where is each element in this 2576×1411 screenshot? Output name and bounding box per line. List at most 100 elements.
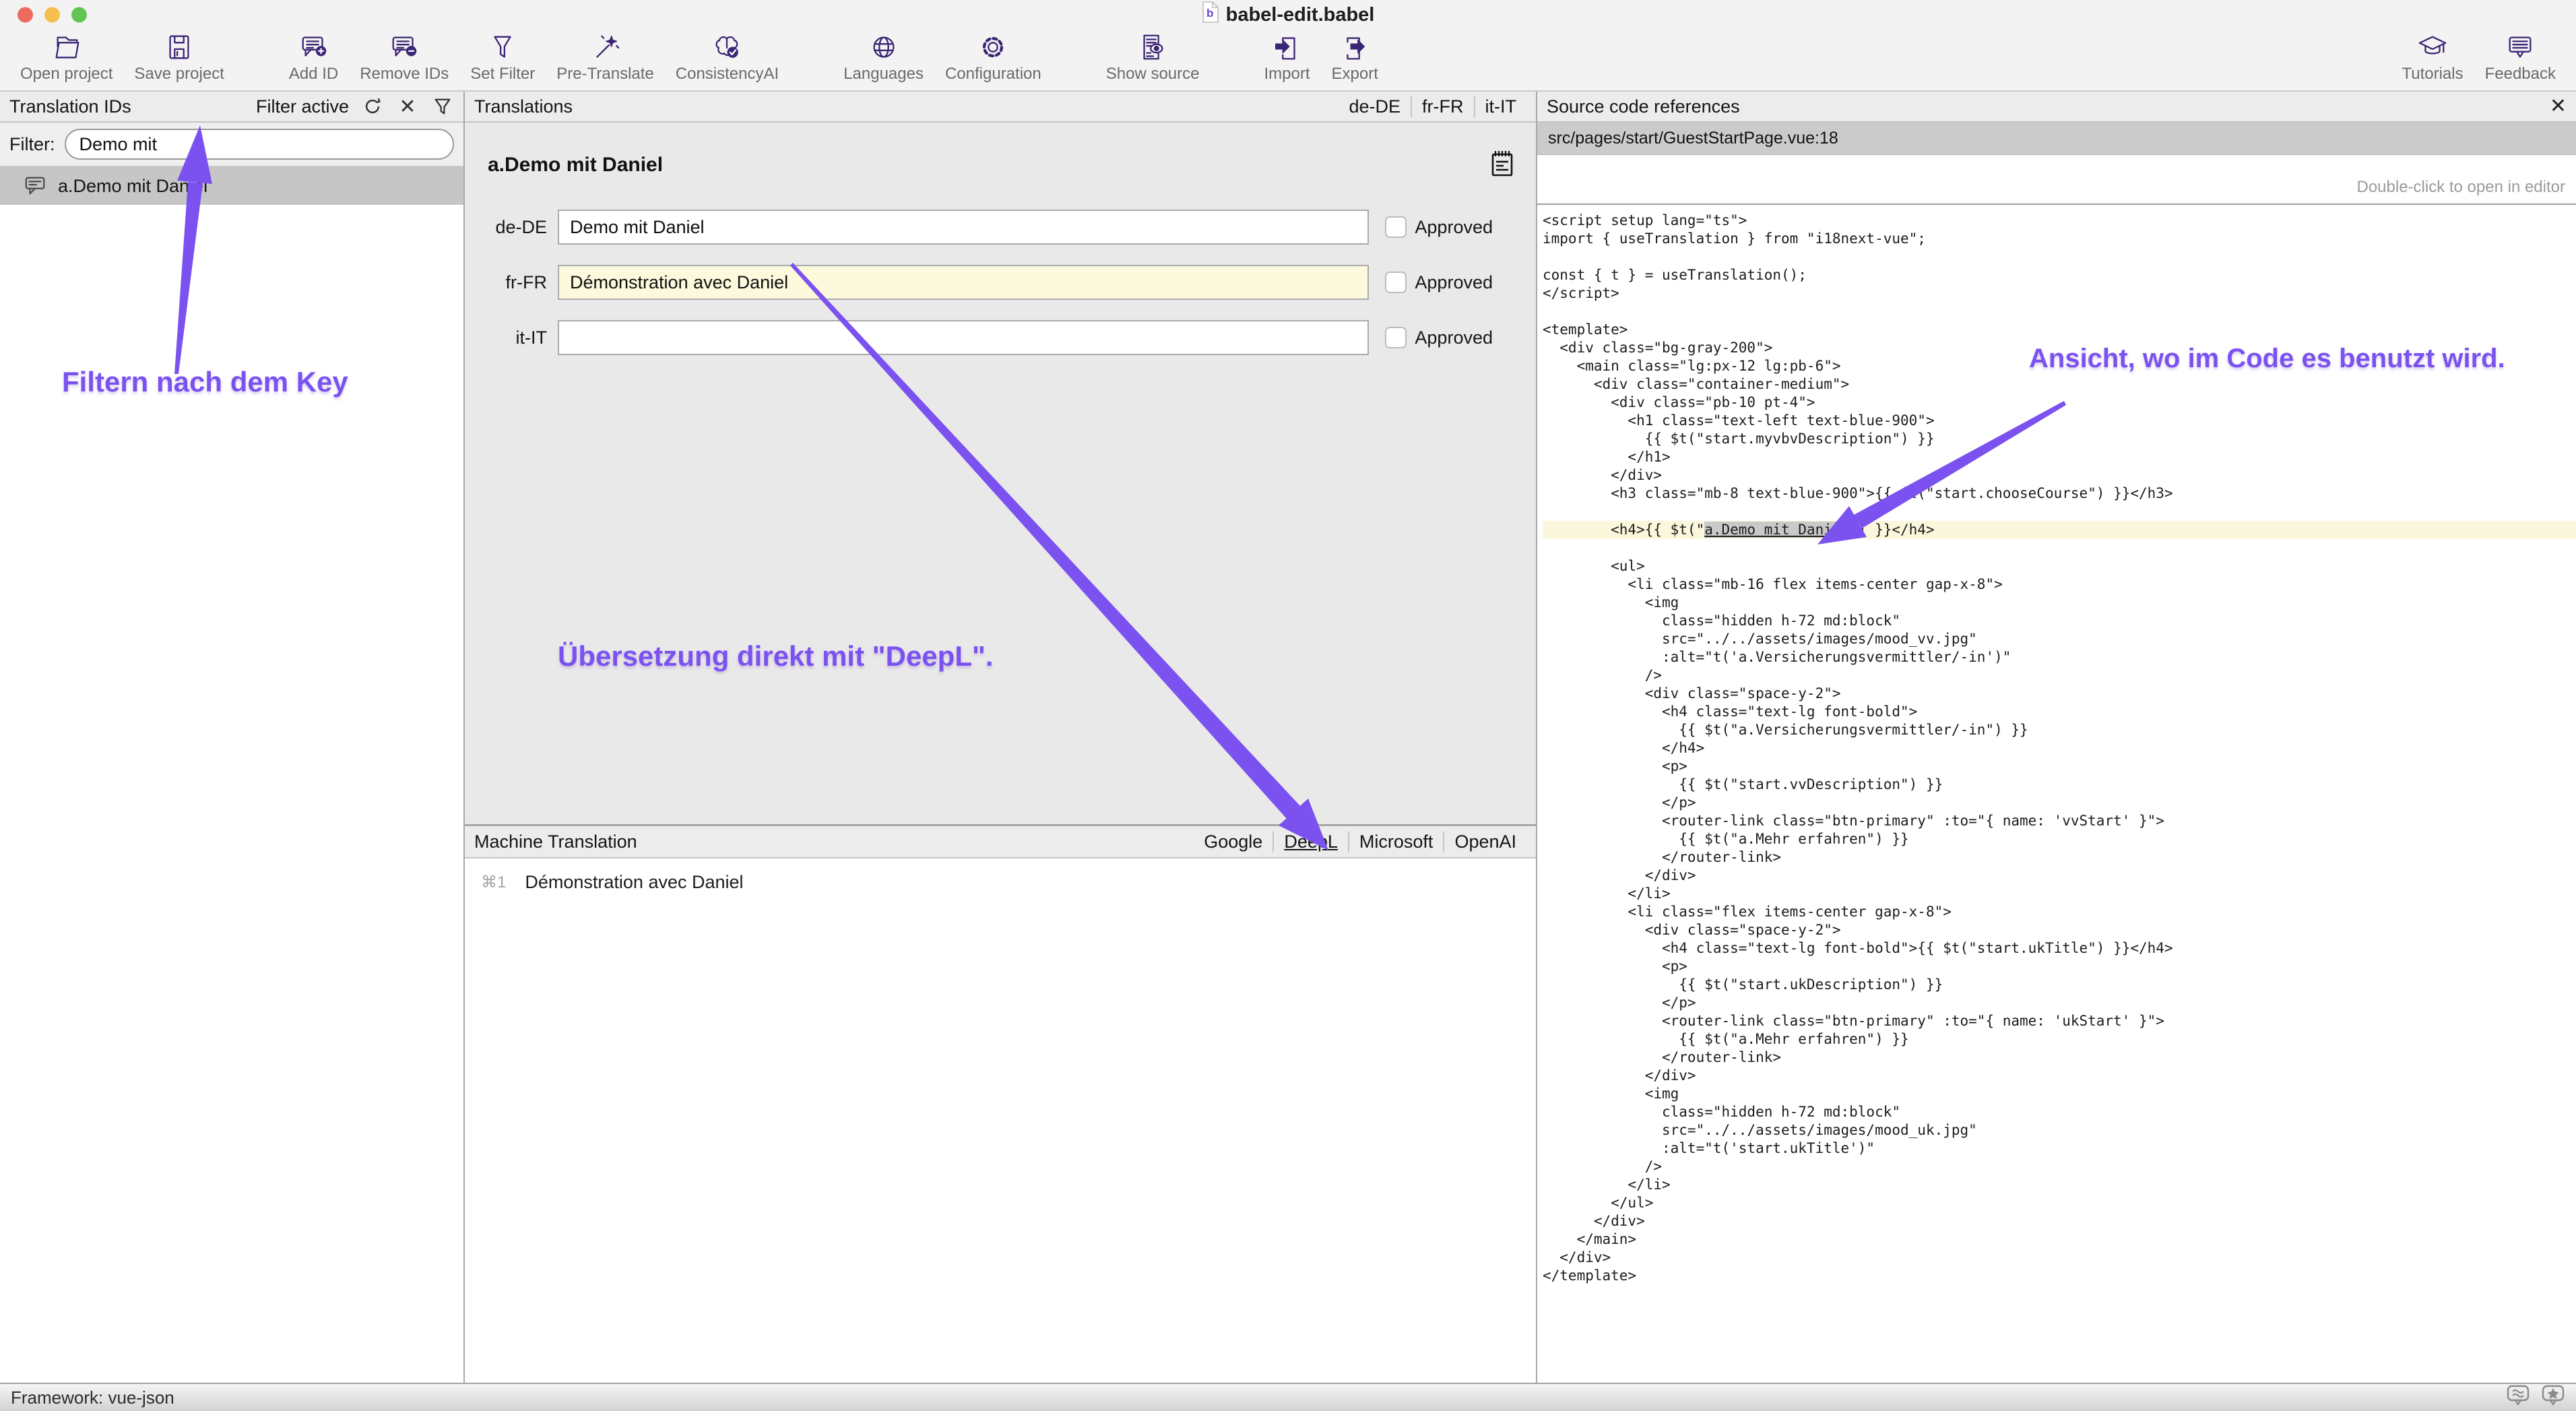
code-line: </template>: [1543, 1267, 2576, 1285]
translations-panel: Translations de-DEfr-FRit-IT a.Demo mit …: [465, 92, 1537, 1383]
code-line: {{ $t("a.Mehr erfahren") }}: [1543, 830, 2576, 848]
filter-input[interactable]: [65, 129, 455, 160]
toolbar-button-label: Set Filter: [470, 65, 535, 84]
code-line: [1543, 248, 2576, 266]
toolbar-group: Show source: [1095, 30, 1211, 84]
translation-input-de-DE[interactable]: [558, 210, 1369, 245]
code-line: {{ $t("start.ukDescription") }}: [1543, 976, 2576, 994]
toolbar-button-show-source[interactable]: Show source: [1095, 30, 1211, 84]
language-tab-de-de[interactable]: de-DE: [1339, 96, 1411, 117]
approved-label: Approved: [1415, 327, 1493, 348]
translations-body: a.Demo mit Daniel de-DEApproved fr-FRAppr…: [465, 123, 1536, 824]
toolbar-button-languages[interactable]: Languages: [833, 30, 934, 84]
toolbar-button-consistencyai[interactable]: ConsistencyAI: [665, 30, 790, 84]
tab-label: de-DE: [1349, 96, 1400, 117]
toolbar-button-label: Add ID: [289, 65, 338, 84]
toolbar-button-export[interactable]: Export: [1321, 30, 1389, 84]
minimize-window-button[interactable]: [44, 7, 60, 23]
toolbar-button-add-id[interactable]: Add ID: [278, 30, 349, 84]
mt-tab-microsoft[interactable]: Microsoft: [1348, 832, 1444, 852]
toolbar-group: Add ID Remove IDs Set Filter Pre-Translate C…: [278, 30, 790, 84]
feedback-bubble-icon: [2505, 30, 2536, 65]
code-line: :alt="t('a.Versicherungsvermittler/-in')…: [1543, 648, 2576, 666]
toolbar-button-set-filter[interactable]: Set Filter: [459, 30, 546, 84]
code-line: {{ $t("a.Versicherungsvermittler/-in") }…: [1543, 721, 2576, 739]
translation-input-fr-FR[interactable]: [558, 265, 1369, 300]
mt-tab-openai[interactable]: OpenAI: [1443, 832, 1526, 852]
approved-checkbox-de-DE[interactable]: [1385, 216, 1407, 238]
code-line: <li class="mb-16 flex items-center gap-x…: [1543, 575, 2576, 594]
code-line: class="hidden h-72 md:block": [1543, 1103, 2576, 1121]
mt-tab-google[interactable]: Google: [1194, 832, 1273, 852]
code-line: [1543, 503, 2576, 521]
code-line: <div class="pb-10 pt-4">: [1543, 394, 2576, 412]
close-window-button[interactable]: [18, 7, 33, 23]
save-icon: [164, 30, 195, 65]
translation-row-it-IT: it-IT Approved: [480, 320, 1493, 355]
code-line: </h1>: [1543, 448, 2576, 466]
translation-key-heading: a.Demo mit Daniel: [488, 154, 663, 177]
funnel-icon: [487, 30, 518, 65]
toolbar-button-remove-ids[interactable]: Remove IDs: [349, 30, 459, 84]
source-code-view: <script setup lang="ts">import { useTran…: [1537, 205, 2576, 1383]
toolbar-button-tutorials[interactable]: Tutorials: [2391, 30, 2474, 84]
toolbar-button-label: Export: [1332, 65, 1378, 84]
code-line: </router-link>: [1543, 1048, 2576, 1067]
mt-tab-deepl[interactable]: DeepL: [1273, 832, 1348, 852]
approved-checkbox-fr-FR[interactable]: [1385, 272, 1407, 293]
favorites-bubble-icon[interactable]: [2541, 1383, 2565, 1411]
toolbar-button-save-project[interactable]: Save project: [123, 30, 234, 84]
highlighted-translation-key[interactable]: a.Demo mit Daniel: [1704, 522, 1849, 538]
code-line: <ul>: [1543, 557, 2576, 575]
clear-filter-icon[interactable]: ✕: [396, 95, 419, 118]
code-line: src="../../assets/images/mood_uk.jpg": [1543, 1121, 2576, 1139]
mt-suggestion-row[interactable]: ⌘1 Démonstration avec Daniel: [465, 858, 1536, 893]
language-tab-it-it[interactable]: it-IT: [1474, 96, 1527, 117]
toolbar-button-import[interactable]: Import: [1253, 30, 1320, 84]
mt-shortcut-badge: ⌘1: [481, 873, 506, 892]
close-panel-icon[interactable]: ✕: [2550, 96, 2567, 117]
translation-row-de-DE: de-DEApproved: [480, 210, 1493, 245]
language-tab-fr-fr[interactable]: fr-FR: [1411, 96, 1473, 117]
code-line: <router-link class="btn-primary" :to="{ …: [1543, 1012, 2576, 1030]
brain-check-icon: [711, 30, 742, 65]
translation-id-item[interactable]: a.Demo mit Daniel: [0, 167, 463, 205]
approved-checkbox-it-IT[interactable]: [1385, 327, 1407, 348]
annotation-filter-key: Filtern nach dem Key: [62, 366, 348, 398]
code-line: src="../../assets/images/mood_vv.jpg": [1543, 630, 2576, 648]
machine-translation-body: ⌘1 Démonstration avec Daniel: [465, 858, 1536, 1383]
translation-row-fr-FR: fr-FRApproved: [480, 265, 1493, 300]
toolbar-button-label: Feedback: [2485, 65, 2556, 84]
document-eye-icon: [1137, 30, 1168, 65]
translation-ids-title: Translation IDs: [9, 96, 131, 117]
code-line: :alt="t('start.ukTitle')": [1543, 1139, 2576, 1158]
code-line: <template>: [1543, 321, 2576, 339]
toolbar-button-feedback[interactable]: Feedback: [2474, 30, 2567, 84]
toolbar-button-label: Pre-Translate: [556, 65, 654, 84]
code-line: import { useTranslation } from "i18next-…: [1543, 230, 2576, 248]
annotation-code-usage: Ansicht, wo im Code es benutzt wird.: [2029, 344, 2505, 374]
toolbar-button-pre-translate[interactable]: Pre-Translate: [546, 30, 665, 84]
translation-input-it-IT[interactable]: [558, 320, 1369, 355]
toolbar-button-open-project[interactable]: Open project: [9, 30, 123, 84]
source-reference-row[interactable]: src/pages/start/GuestStartPage.vue:18: [1537, 123, 2576, 155]
mt-suggestion-text: Démonstration avec Daniel: [525, 872, 743, 893]
refresh-icon[interactable]: [361, 95, 384, 118]
fuzzy-match-bubble-icon[interactable]: [2506, 1383, 2530, 1411]
annotation-deepl: Übersetzung direkt mit "DeepL".: [558, 640, 994, 672]
code-line: {{ $t("a.Mehr erfahren") }}: [1543, 1030, 2576, 1048]
zoom-window-button[interactable]: [71, 7, 87, 23]
magic-wand-icon: [590, 30, 621, 65]
toolbar-button-label: Import: [1264, 65, 1310, 84]
tab-label: Google: [1204, 832, 1262, 852]
filter-row: Filter:: [0, 123, 463, 167]
open-in-editor-hint: Double-click to open in editor: [2356, 178, 2565, 197]
source-code-references-panel: Source code references ✕ src/pages/start…: [1537, 92, 2576, 1383]
tab-label: Microsoft: [1359, 832, 1434, 852]
toolbar-button-configuration[interactable]: Configuration: [934, 30, 1052, 84]
code-line: <img: [1543, 1085, 2576, 1103]
filter-funnel-icon[interactable]: [431, 95, 454, 118]
language-label: it-IT: [480, 327, 547, 348]
main-area: Translation IDs Filter active ✕ Filter: …: [0, 92, 2576, 1383]
notes-notepad-icon[interactable]: [1486, 147, 1518, 183]
